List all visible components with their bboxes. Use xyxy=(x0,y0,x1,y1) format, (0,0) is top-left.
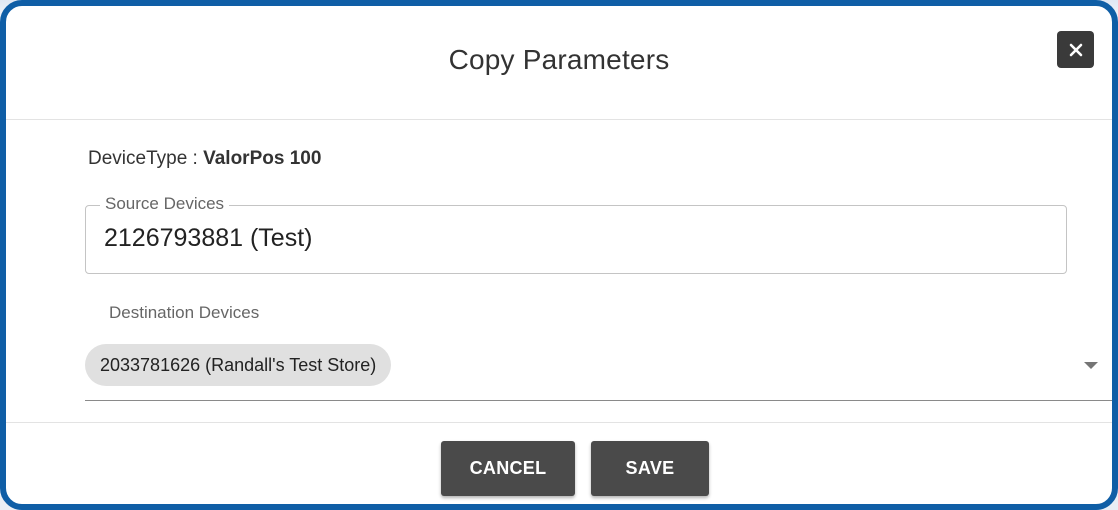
footer-divider xyxy=(6,422,1112,423)
dialog-header: Copy Parameters xyxy=(6,6,1112,120)
source-devices-value[interactable]: 2126793881 (Test) xyxy=(104,224,312,253)
source-devices-label: Source Devices xyxy=(100,194,230,214)
device-type-value: ValorPos 100 xyxy=(203,148,322,169)
destination-devices-select[interactable]: 2033781626 (Randall's Test Store) xyxy=(85,336,1112,401)
destination-devices-label: Destination Devices xyxy=(109,303,260,322)
device-type-row: DeviceType : ValorPos 100 xyxy=(88,148,321,170)
copy-parameters-dialog: Copy Parameters DeviceType : ValorPos 10… xyxy=(0,0,1118,510)
close-button[interactable] xyxy=(1057,31,1094,68)
source-devices-field[interactable]: Source Devices 2126793881 (Test) xyxy=(85,194,1067,274)
destination-device-chip[interactable]: 2033781626 (Randall's Test Store) xyxy=(85,344,392,386)
caret-down-icon[interactable] xyxy=(1084,362,1098,369)
device-type-label: DeviceType : xyxy=(88,148,204,169)
close-icon xyxy=(1068,42,1084,58)
save-button[interactable]: SAVE xyxy=(591,441,709,496)
cancel-button[interactable]: CANCEL xyxy=(441,441,575,496)
dialog-title: Copy Parameters xyxy=(448,44,670,75)
